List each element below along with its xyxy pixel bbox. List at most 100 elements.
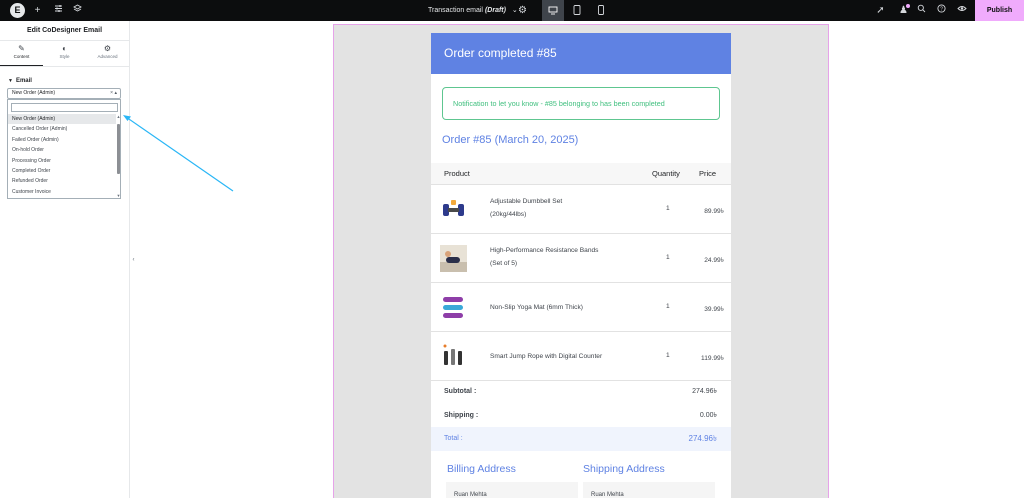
product-price: 119.99৳: [701, 355, 724, 362]
product-qty: 1: [666, 303, 670, 310]
tab-advanced[interactable]: ⚙ Advanced: [86, 41, 129, 66]
product-name-line2: (Set of 5): [490, 260, 518, 267]
email-type-dropdown: New Order (Admin) Cancelled Order (Admin…: [7, 99, 121, 199]
shipping-name: Ruan Mehta: [591, 492, 624, 498]
page-settings-gear-icon[interactable]: ⚙: [515, 3, 530, 18]
product-name-line1: Non-Slip Yoga Mat (6mm Thick): [490, 304, 583, 311]
notice-box: Notification to let you know - #85 belon…: [442, 87, 720, 120]
product-name: Adjustable Dumbbell Set (20kg/44lbs): [490, 195, 630, 221]
svg-text:?: ?: [940, 6, 943, 12]
product-qty: 1: [666, 254, 670, 261]
col-price: Price: [699, 169, 717, 178]
subtotal-label: Subtotal :: [444, 388, 477, 395]
table-row: High-Performance Resistance Bands (Set o…: [431, 234, 731, 283]
table-row: Adjustable Dumbbell Set (20kg/44lbs) 1 8…: [431, 185, 731, 234]
panel-title: Edit CoDesigner Email: [0, 21, 129, 41]
email-preview: Order completed #85 Notification to let …: [431, 33, 731, 498]
collapse-panel-icon[interactable]: ‹: [130, 252, 137, 268]
document-status: (Draft): [484, 7, 506, 14]
total-row: Total : 274.96৳: [431, 427, 731, 451]
dumbbell-product-image: [440, 196, 467, 223]
col-quantity: Quantity: [652, 169, 680, 178]
product-name-line1: Smart Jump Rope with Digital Counter: [490, 353, 603, 360]
section-email-label: Email: [15, 78, 32, 84]
tab-style-label: Style: [59, 54, 70, 59]
subtotal-row: Subtotal : 274.96৳: [431, 380, 731, 404]
scrollbar-thumb[interactable]: [117, 124, 120, 174]
dropdown-option[interactable]: On-hold Order: [8, 145, 116, 155]
tab-advanced-label: Advanced: [97, 54, 118, 59]
chevron-up-icon[interactable]: ▴: [114, 90, 117, 96]
dropdown-option[interactable]: Processing Order: [8, 156, 116, 166]
billing-name: Ruan Mehta: [454, 492, 487, 498]
email-type-select-value: New Order (Admin): [12, 90, 56, 96]
dropdown-option[interactable]: Customer Invoice: [8, 187, 116, 197]
dropdown-option[interactable]: Cancelled Order (Admin): [8, 124, 116, 134]
dropdown-option[interactable]: New Order (Admin): [8, 114, 116, 125]
settings-sliders-icon[interactable]: [51, 3, 66, 18]
publish-button[interactable]: Publish: [975, 0, 1024, 21]
product-price: 89.99৳: [704, 208, 724, 215]
total-value: 274.96৳: [688, 434, 717, 443]
preview-eye-icon[interactable]: [954, 3, 969, 18]
table-row: Smart Jump Rope with Digital Counter 1 1…: [431, 332, 731, 381]
search-icon[interactable]: [914, 3, 929, 18]
notifications-icon[interactable]: ♟: [896, 3, 911, 18]
dropdown-option[interactable]: Failed Order (Admin): [8, 135, 116, 145]
rocket-icon[interactable]: ➚: [873, 3, 888, 18]
product-price: 24.99৳: [704, 257, 724, 264]
product-name: Non-Slip Yoga Mat (6mm Thick): [490, 301, 630, 314]
jump-rope-product-image: [440, 343, 467, 370]
mobile-view-icon[interactable]: [590, 0, 612, 21]
billing-address-box: Ruan Mehta: [446, 482, 578, 498]
product-name-line1: Adjustable Dumbbell Set: [490, 198, 563, 205]
tablet-view-icon[interactable]: [566, 0, 588, 21]
product-name-line2: (20kg/44lbs): [490, 211, 527, 218]
document-title-text: Transaction email: [428, 7, 483, 14]
product-price: 39.99৳: [704, 306, 724, 313]
table-row: Non-Slip Yoga Mat (6mm Thick) 1 39.99৳: [431, 283, 731, 332]
shipping-address-title: Shipping Address: [583, 463, 665, 475]
shipping-row: Shipping : 0.00৳: [431, 404, 731, 428]
order-table: Product Quantity Price Adjustable Dumbbe…: [431, 163, 731, 381]
resistance-bands-product-image: [440, 245, 467, 272]
section-email-toggle[interactable]: ▼ Email: [0, 67, 129, 84]
layers-icon[interactable]: [70, 3, 85, 18]
dropdown-options: New Order (Admin) Cancelled Order (Admin…: [8, 114, 116, 197]
product-name-line1: High-Performance Resistance Bands: [490, 247, 599, 254]
shipping-value: 0.00৳: [699, 412, 717, 419]
half-circle-icon: ◐: [62, 44, 67, 53]
panel-tabs: ✎ Content ◐ Style ⚙ Advanced: [0, 41, 129, 67]
tab-style[interactable]: ◐ Style: [43, 41, 86, 66]
pencil-icon: ✎: [18, 44, 25, 53]
shipping-address-box: Ruan Mehta: [583, 482, 715, 498]
shipping-label: Shipping :: [444, 412, 479, 419]
billing-address-title: Billing Address: [447, 463, 516, 475]
email-type-select[interactable]: New Order (Admin) × ▴: [7, 88, 121, 99]
dropdown-search-input[interactable]: [11, 103, 118, 112]
product-name: Smart Jump Rope with Digital Counter: [490, 350, 630, 363]
clear-selection-icon[interactable]: ×: [110, 90, 113, 96]
product-name: High-Performance Resistance Bands (Set o…: [490, 244, 630, 270]
desktop-view-icon[interactable]: [542, 0, 564, 21]
scroll-down-icon[interactable]: ▼: [116, 193, 121, 198]
dropdown-scrollbar[interactable]: ▲ ▼: [116, 114, 121, 198]
email-header: Order completed #85: [431, 33, 731, 74]
total-label: Total :: [444, 435, 463, 442]
document-title[interactable]: Transaction email (Draft) ⌄: [428, 0, 518, 21]
yoga-mat-product-image: [440, 294, 467, 321]
gear-icon: ⚙: [103, 44, 112, 53]
order-title: Order #85 (March 20, 2025): [442, 134, 579, 146]
scroll-up-icon[interactable]: ▲: [116, 114, 121, 119]
col-product: Product: [444, 169, 470, 178]
product-qty: 1: [666, 205, 670, 212]
dropdown-option[interactable]: Completed Order: [8, 166, 116, 176]
help-icon[interactable]: ?: [934, 3, 949, 18]
subtotal-value: 274.96৳: [692, 388, 717, 395]
elementor-logo-icon[interactable]: E: [10, 3, 25, 18]
tab-content-label: Content: [13, 54, 30, 59]
dropdown-option[interactable]: Refunded Order: [8, 176, 116, 186]
tab-content[interactable]: ✎ Content: [0, 41, 43, 66]
add-element-icon[interactable]: +: [30, 3, 45, 18]
top-bar: E + Transaction email (Draft) ⌄ ⚙ ➚ ♟ ? …: [0, 0, 1024, 21]
